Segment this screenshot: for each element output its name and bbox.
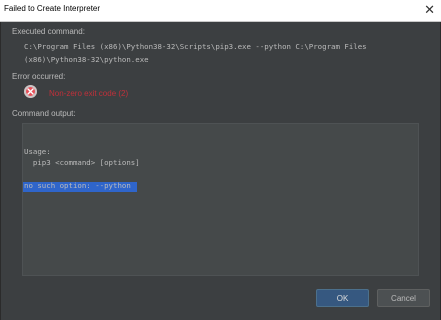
executed-command-line-2: (x86)\Python38-32\python.exe (24, 55, 149, 64)
ok-button[interactable]: OK (316, 289, 369, 307)
output-usage-detail: pip3 <command> [options] (24, 158, 140, 167)
error-occurred-label: Error occurred: (12, 72, 66, 81)
cancel-button[interactable]: Cancel (377, 289, 430, 307)
error-icon (24, 85, 37, 98)
executed-command-label: Executed command: (12, 27, 85, 36)
window-title: Failed to Create Interpreter (4, 4, 101, 13)
executed-command-line-1: C:\Program Files (x86)\Python38-32\Scrip… (24, 42, 367, 51)
error-message: Non-zero exit code (2) (49, 89, 129, 98)
command-output-label: Command output: (12, 109, 76, 118)
command-output-area[interactable] (22, 123, 419, 276)
output-selected-line: no such option: --python (24, 181, 131, 190)
close-icon[interactable]: ✕ (424, 3, 435, 17)
title-bar: Failed to Create Interpreter ✕ (0, 0, 441, 22)
